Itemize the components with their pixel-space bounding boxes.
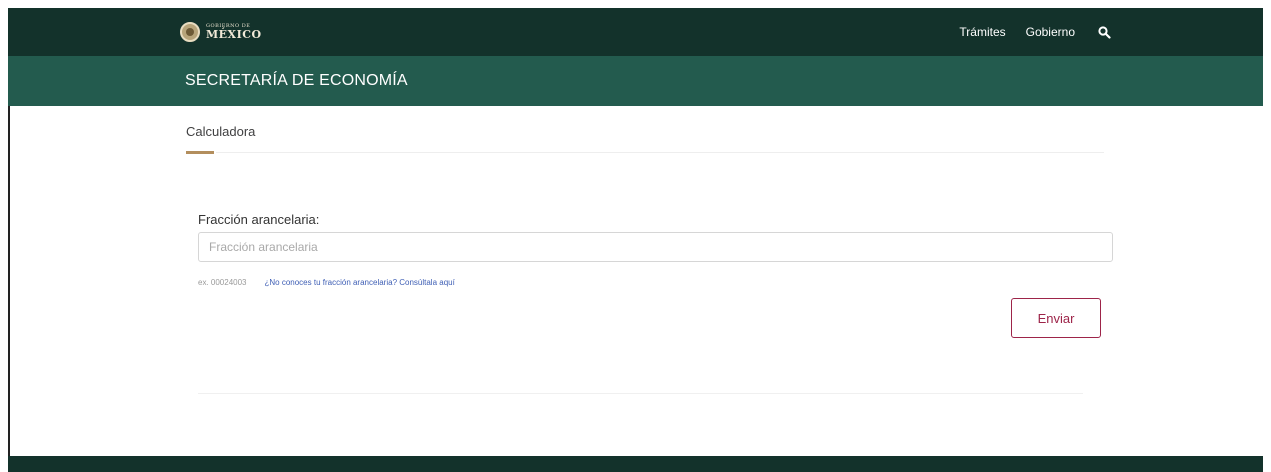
example-hint: ex. 00024003 [198, 278, 247, 287]
breadcrumb-accent-bar [186, 151, 214, 154]
submit-button[interactable]: Enviar [1011, 298, 1101, 338]
gobierno-mexico-logo[interactable]: GOBIERNO DE MÉXICO [180, 21, 262, 43]
footer-bar [8, 456, 1263, 472]
content-divider [198, 393, 1083, 394]
breadcrumb-divider [216, 152, 1104, 153]
logo-text: GOBIERNO DE MÉXICO [206, 24, 262, 41]
logo-main-text: MÉXICO [206, 28, 262, 41]
top-nav-links: Trámites Gobierno [959, 8, 1113, 56]
consult-fraccion-link[interactable]: ¿No conoces tu fracción arancelaria? Con… [265, 278, 455, 287]
main-content: Calculadora Fracción arancelaria: ex. 00… [8, 106, 1263, 456]
breadcrumb-title: Calculadora [186, 124, 256, 139]
window-left-border [8, 106, 10, 456]
top-navbar: GOBIERNO DE MÉXICO Trámites Gobierno [8, 8, 1263, 56]
national-seal-icon [180, 22, 200, 42]
fraccion-label: Fracción arancelaria: [198, 212, 320, 227]
secretaria-title[interactable]: SECRETARÍA DE ECONOMÍA [185, 72, 408, 90]
page: GOBIERNO DE MÉXICO Trámites Gobierno SEC… [8, 8, 1263, 472]
fraccion-helper: ex. 00024003 ¿No conoces tu fracción ara… [198, 278, 455, 287]
nav-link-gobierno[interactable]: Gobierno [1026, 25, 1075, 39]
nav-link-tramites[interactable]: Trámites [959, 25, 1005, 39]
secretaria-header: SECRETARÍA DE ECONOMÍA [8, 56, 1263, 106]
fraccion-input[interactable] [198, 232, 1113, 262]
search-button[interactable] [1095, 23, 1113, 41]
search-icon [1097, 25, 1111, 39]
